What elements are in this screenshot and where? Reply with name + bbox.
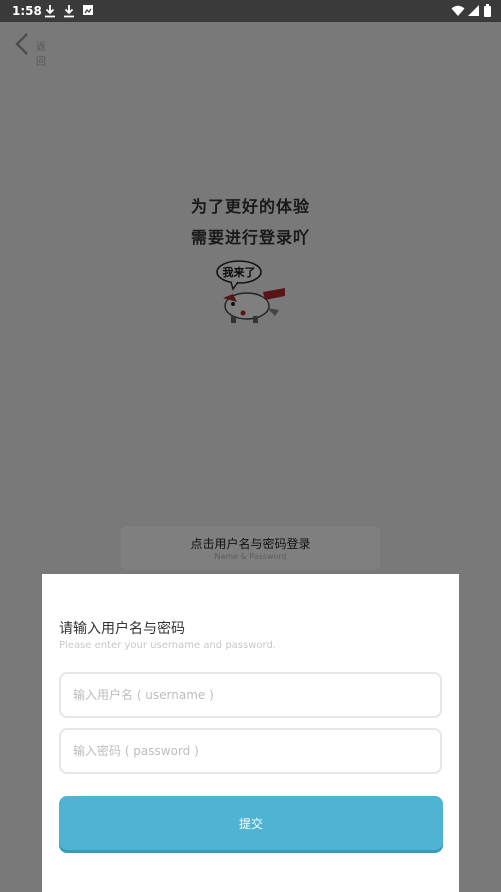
wifi-icon bbox=[451, 5, 465, 16]
password-input[interactable] bbox=[59, 728, 442, 774]
sheet-subtitle: Please enter your username and password. bbox=[59, 640, 276, 651]
login-screen: 1:58 返回 为了更好的体验 需要进行登录吖 bbox=[0, 0, 501, 892]
download-icon bbox=[45, 5, 55, 18]
sheet-title: 请输入用户名与密码 bbox=[59, 621, 185, 637]
battery-icon bbox=[484, 4, 491, 17]
image-icon bbox=[83, 5, 93, 15]
download-icon bbox=[64, 5, 74, 18]
submit-button[interactable]: 提交 bbox=[59, 796, 443, 850]
signal-icon bbox=[468, 5, 479, 16]
status-bar: 1:58 bbox=[0, 0, 501, 22]
username-input[interactable] bbox=[59, 672, 442, 718]
status-time: 1:58 bbox=[12, 4, 42, 18]
login-sheet: 请输入用户名与密码 Please enter your username and… bbox=[42, 574, 459, 892]
